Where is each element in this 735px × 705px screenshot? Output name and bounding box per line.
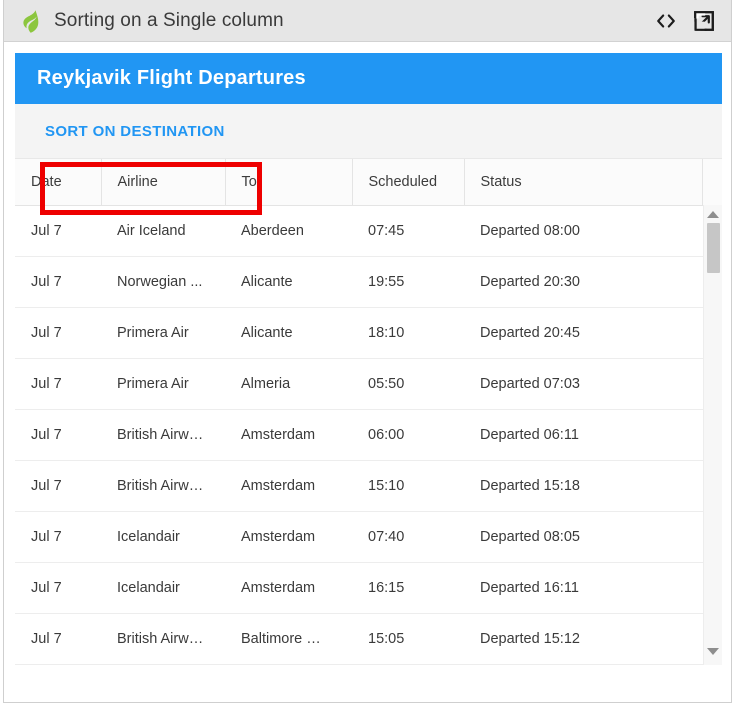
cell-status: Departed 06:11 [464, 409, 702, 461]
cell-status: Departed 20:45 [464, 307, 702, 359]
cell-status: Departed 07:03 [464, 358, 702, 410]
cell-scheduled: 07:40 [352, 511, 464, 563]
open-external-icon[interactable] [692, 9, 716, 33]
column-header-status[interactable]: Status [464, 159, 703, 206]
chrome-action-group [654, 9, 716, 33]
cell-airline: Icelandair [101, 511, 225, 563]
cell-scheduled: 15:05 [352, 613, 464, 665]
table-row[interactable]: Jul 7 British Airw… Amsterdam 06:00 Depa… [15, 409, 722, 461]
cell-to: Amsterdam [225, 511, 352, 563]
grid-vertical-scrollbar[interactable] [703, 205, 722, 665]
cell-status: Departed 08:00 [464, 205, 702, 257]
column-header-date[interactable]: Date [15, 159, 102, 206]
cell-date: Jul 7 [15, 307, 101, 359]
cell-airline: Air Iceland [101, 205, 225, 257]
cell-date: Jul 7 [15, 460, 101, 512]
flight-table: Date Airline To Scheduled Status Jul 7 A… [15, 159, 722, 665]
cell-to: Aberdeen [225, 205, 352, 257]
cell-scheduled: 05:50 [352, 358, 464, 410]
column-header-scheduled[interactable]: Scheduled [352, 159, 465, 206]
cell-airline: Icelandair [101, 562, 225, 614]
cell-to: Amsterdam [225, 460, 352, 512]
column-header-to[interactable]: To [225, 159, 353, 206]
cell-scheduled: 16:15 [352, 562, 464, 614]
cell-status: Departed 20:30 [464, 256, 702, 308]
page-title: Sorting on a Single column [54, 9, 284, 31]
cell-scheduled: 19:55 [352, 256, 464, 308]
panel-title: Reykjavik Flight Departures [37, 67, 306, 89]
scrollbar-thumb[interactable] [707, 223, 720, 273]
table-row[interactable]: Jul 7 Primera Air Alicante 18:10 Departe… [15, 307, 722, 359]
cell-date: Jul 7 [15, 511, 101, 563]
cell-scheduled: 07:45 [352, 205, 464, 257]
table-body: Jul 7 Air Iceland Aberdeen 07:45 Departe… [15, 205, 722, 665]
panel-header: Reykjavik Flight Departures [15, 53, 722, 104]
cell-scheduled: 18:10 [352, 307, 464, 359]
cell-scheduled: 15:10 [352, 460, 464, 512]
table-row[interactable]: Jul 7 British Airw… Amsterdam 15:10 Depa… [15, 460, 722, 512]
cell-status: Departed 16:11 [464, 562, 702, 614]
cell-airline: British Airw… [101, 460, 225, 512]
cell-to: Almeria [225, 358, 352, 410]
cell-date: Jul 7 [15, 358, 101, 410]
cell-to: Alicante [225, 256, 352, 308]
demo-window: Sorting on a Single column Reykjavik Fli… [3, 0, 732, 703]
panel-toolbar: SORT ON DESTINATION [15, 104, 722, 159]
table-row[interactable]: Jul 7 Air Iceland Aberdeen 07:45 Departe… [15, 205, 722, 257]
cell-airline: Norwegian ... [101, 256, 225, 308]
view-source-icon[interactable] [654, 9, 678, 33]
table-row[interactable]: Jul 7 British Airw… Baltimore … 15:05 De… [15, 613, 722, 665]
column-header-spacer [702, 159, 722, 206]
table-row[interactable]: Jul 7 Icelandair Amsterdam 16:15 Departe… [15, 562, 722, 614]
cell-date: Jul 7 [15, 205, 101, 257]
cell-date: Jul 7 [15, 613, 101, 665]
chevron-down-icon[interactable] [704, 644, 722, 659]
table-header-row: Date Airline To Scheduled Status [15, 159, 722, 206]
cell-airline: Primera Air [101, 358, 225, 410]
flight-grid: Date Airline To Scheduled Status Jul 7 A… [15, 159, 722, 665]
table-row[interactable]: Jul 7 Primera Air Almeria 05:50 Departed… [15, 358, 722, 410]
cell-status: Departed 08:05 [464, 511, 702, 563]
cell-airline: British Airw… [101, 613, 225, 665]
cell-status: Departed 15:18 [464, 460, 702, 512]
cell-status: Departed 15:12 [464, 613, 702, 665]
column-header-airline[interactable]: Airline [101, 159, 226, 206]
cell-date: Jul 7 [15, 256, 101, 308]
chevron-up-icon[interactable] [704, 207, 722, 222]
cell-scheduled: 06:00 [352, 409, 464, 461]
window-chrome-bar: Sorting on a Single column [4, 0, 731, 42]
table-header: Date Airline To Scheduled Status [15, 159, 722, 206]
cell-to: Amsterdam [225, 409, 352, 461]
cell-to: Alicante [225, 307, 352, 359]
cell-date: Jul 7 [15, 409, 101, 461]
sort-on-destination-button[interactable]: SORT ON DESTINATION [39, 115, 231, 148]
cell-date: Jul 7 [15, 562, 101, 614]
cell-to: Baltimore … [225, 613, 352, 665]
cell-to: Amsterdam [225, 562, 352, 614]
table-row[interactable]: Jul 7 Norwegian ... Alicante 19:55 Depar… [15, 256, 722, 308]
cell-airline: British Airw… [101, 409, 225, 461]
cell-airline: Primera Air [101, 307, 225, 359]
widget-area: Reykjavik Flight Departures SORT ON DEST… [4, 42, 731, 702]
table-row[interactable]: Jul 7 Icelandair Amsterdam 07:40 Departe… [15, 511, 722, 563]
green-leaf-logo [15, 6, 45, 36]
flight-departures-panel: Reykjavik Flight Departures SORT ON DEST… [15, 53, 722, 702]
